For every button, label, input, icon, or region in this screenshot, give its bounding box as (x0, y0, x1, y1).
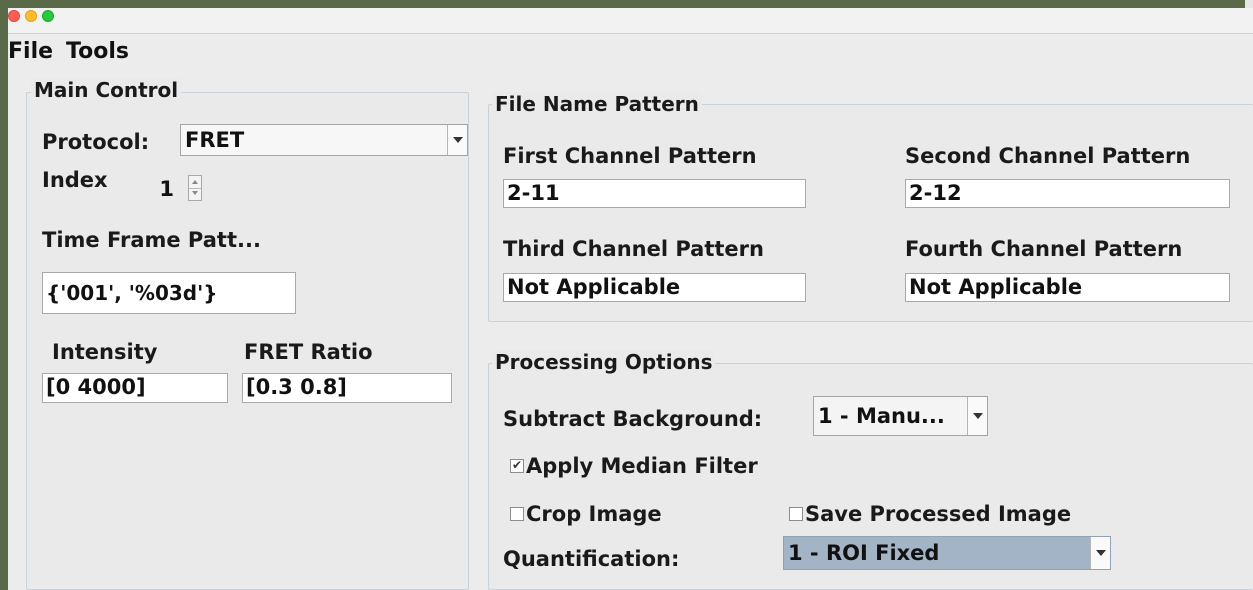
intensity-label: Intensity (52, 340, 158, 364)
quantification-label: Quantification: (503, 547, 680, 571)
zoom-window-button[interactable] (42, 10, 54, 22)
third-channel-pattern-label: Third Channel Pattern (503, 237, 764, 261)
time-frame-pattern-input[interactable]: {'001', '%03d'} (42, 272, 296, 314)
fret-ratio-label: FRET Ratio (244, 340, 373, 364)
index-spinner-input[interactable]: 1 (136, 176, 186, 206)
app-window: File Tools Main Control Protocol: FRET I… (8, 8, 1253, 590)
protocol-value: FRET (185, 128, 245, 152)
protocol-label: Protocol: (42, 130, 150, 154)
apply-median-filter-label[interactable]: Apply Median Filter (526, 453, 758, 479)
minimize-window-button[interactable] (25, 10, 37, 22)
title-bar (8, 8, 1253, 34)
fourth-channel-pattern-input[interactable]: Not Applicable (905, 273, 1230, 302)
quantification-dropdown[interactable]: 1 - ROI Fixed (783, 536, 1111, 570)
second-channel-pattern-label: Second Channel Pattern (905, 144, 1191, 168)
crop-image-label[interactable]: Crop Image (526, 501, 662, 527)
fourth-channel-pattern-label: Fourth Channel Pattern (905, 237, 1183, 261)
spinner-down-icon[interactable] (189, 188, 201, 200)
second-channel-pattern-input[interactable]: 2-12 (905, 179, 1230, 208)
subtract-background-label: Subtract Background: (503, 407, 763, 431)
apply-median-filter-checkbox[interactable] (510, 457, 524, 473)
third-channel-pattern-input[interactable]: Not Applicable (503, 273, 806, 302)
crop-image-checkbox[interactable] (510, 507, 524, 521)
intensity-input[interactable]: [0 4000] (42, 373, 228, 403)
protocol-dropdown[interactable]: FRET (180, 124, 468, 156)
quantification-value: 1 - ROI Fixed (788, 541, 940, 565)
save-processed-image-checkbox[interactable] (789, 507, 803, 521)
time-frame-pattern-label: Time Frame Patt... (42, 228, 261, 252)
first-channel-pattern-label: First Channel Pattern (503, 144, 757, 168)
index-label: Index (42, 168, 108, 192)
file-name-pattern-title: File Name Pattern (492, 92, 702, 116)
save-processed-image-label[interactable]: Save Processed Image (805, 501, 1071, 527)
processing-options-title: Processing Options (492, 350, 716, 374)
chevron-down-icon[interactable] (1090, 537, 1110, 569)
subtract-background-value: 1 - Manu... (818, 404, 945, 428)
menu-bar: File Tools (8, 35, 1253, 69)
main-control-title: Main Control (31, 78, 182, 102)
subtract-background-dropdown[interactable]: 1 - Manu... (813, 396, 988, 436)
menu-file[interactable]: File (8, 39, 53, 65)
index-spinner-buttons[interactable] (188, 175, 202, 201)
chevron-down-icon[interactable] (967, 397, 987, 435)
chevron-down-icon[interactable] (447, 125, 467, 155)
fret-ratio-input[interactable]: [0.3 0.8] (242, 373, 452, 403)
menu-tools[interactable]: Tools (66, 39, 129, 65)
close-window-button[interactable] (8, 10, 20, 22)
first-channel-pattern-input[interactable]: 2-11 (503, 179, 806, 208)
